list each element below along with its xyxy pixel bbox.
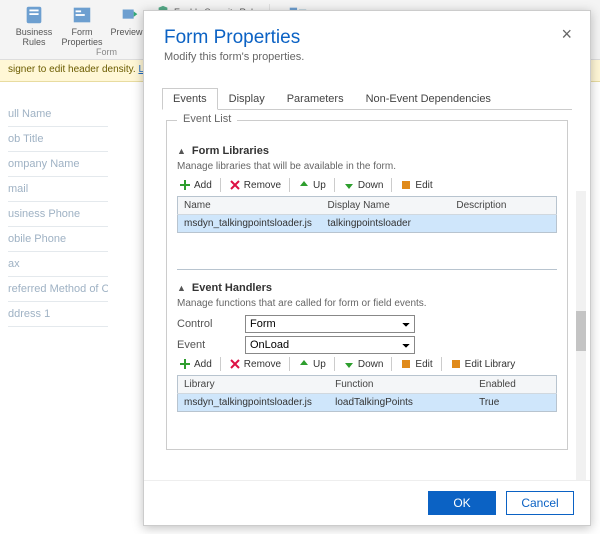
field-row[interactable]: ob Title: [8, 127, 108, 152]
dialog-footer: OK Cancel: [144, 480, 590, 525]
field-row[interactable]: ompany Name: [8, 152, 108, 177]
preview-icon: [119, 4, 141, 26]
scrollbar[interactable]: [576, 191, 586, 480]
row-lib: msdyn_talkingpointsloader.js: [178, 394, 330, 412]
remove-button[interactable]: Remove: [227, 178, 283, 192]
control-row: Control Form: [177, 315, 557, 333]
form-libraries-desc: Manage libraries that will be available …: [177, 161, 557, 172]
form-properties-button[interactable]: Form Properties: [60, 4, 104, 48]
dialog-body: EventsDisplayParametersNon-Event Depende…: [144, 71, 590, 480]
form-libraries-title: Form Libraries: [192, 145, 269, 157]
col-enabled[interactable]: Enabled: [473, 376, 556, 394]
dialog-title: Form Properties: [164, 27, 570, 49]
down-button[interactable]: Down: [341, 357, 386, 371]
event-handlers-title: Event Handlers: [192, 282, 272, 294]
info-text: signer to edit header density.: [8, 64, 138, 75]
handlers-toolbar: Add Remove Up Down Edit Edit Library: [177, 357, 557, 371]
tab-display[interactable]: Display: [218, 88, 276, 110]
edit-library-button[interactable]: Edit Library: [448, 357, 518, 371]
tab-non-event-dependencies[interactable]: Non-Event Dependencies: [355, 88, 502, 110]
business-rules-button[interactable]: Business Rules: [12, 4, 56, 48]
form-properties-icon: [71, 4, 93, 26]
add-button[interactable]: Add: [177, 178, 214, 192]
col-desc[interactable]: Description: [450, 197, 556, 215]
row-display: talkingpointsloader: [322, 215, 451, 233]
up-button[interactable]: Up: [296, 357, 328, 371]
event-handlers-desc: Manage functions that are called for for…: [177, 298, 557, 309]
edit-button[interactable]: Edit: [398, 357, 434, 371]
handlers-grid[interactable]: Library Function Enabled msdyn_talkingpo…: [177, 375, 557, 421]
edit-button[interactable]: Edit: [398, 178, 434, 192]
event-row: Event OnLoad: [177, 336, 557, 354]
libraries-toolbar: Add Remove Up Down Edit: [177, 178, 557, 192]
tab-parameters[interactable]: Parameters: [276, 88, 355, 110]
business-rules-label: Business Rules: [12, 28, 56, 48]
tab-events[interactable]: Events: [162, 88, 218, 110]
row-fn: loadTalkingPoints: [329, 394, 473, 412]
ribbon-group-label: Form: [96, 47, 117, 57]
field-row[interactable]: referred Method of Contact: [8, 277, 108, 302]
up-button[interactable]: Up: [296, 178, 328, 192]
ok-button[interactable]: OK: [428, 491, 496, 515]
field-row[interactable]: ull Name: [8, 102, 108, 127]
event-list-legend: Event List: [177, 113, 237, 125]
table-row[interactable]: msdyn_talkingpointsloader.js loadTalking…: [178, 394, 557, 412]
libraries-grid[interactable]: Name Display Name Description msdyn_talk…: [177, 196, 557, 270]
add-button[interactable]: Add: [177, 357, 214, 371]
field-row[interactable]: ddress 1: [8, 302, 108, 327]
col-display[interactable]: Display Name: [322, 197, 451, 215]
collapse-icon: ▲: [177, 283, 186, 293]
row-enabled: True: [473, 394, 556, 412]
event-select[interactable]: OnLoad: [245, 336, 415, 354]
control-label: Control: [177, 318, 237, 330]
event-handlers-head[interactable]: ▲ Event Handlers: [177, 282, 557, 294]
row-name: msdyn_talkingpointsloader.js: [178, 215, 322, 233]
tabs: EventsDisplayParametersNon-Event Depende…: [162, 87, 572, 110]
field-row[interactable]: obile Phone: [8, 227, 108, 252]
col-fn[interactable]: Function: [329, 376, 473, 394]
business-rules-icon: [23, 4, 45, 26]
close-icon[interactable]: ×: [555, 23, 578, 45]
col-lib[interactable]: Library: [178, 376, 330, 394]
field-row[interactable]: usiness Phone: [8, 202, 108, 227]
collapse-icon: ▲: [177, 146, 186, 156]
dialog-header: Form Properties Modify this form's prope…: [144, 11, 590, 71]
event-label: Event: [177, 339, 237, 351]
row-desc: [450, 215, 556, 233]
remove-button[interactable]: Remove: [227, 357, 283, 371]
table-row[interactable]: msdyn_talkingpointsloader.js talkingpoin…: [178, 215, 557, 233]
control-select[interactable]: Form: [245, 315, 415, 333]
form-properties-dialog: Form Properties Modify this form's prope…: [143, 10, 591, 526]
form-libraries-head[interactable]: ▲ Form Libraries: [177, 145, 557, 157]
down-button[interactable]: Down: [341, 178, 386, 192]
cancel-button[interactable]: Cancel: [506, 491, 574, 515]
field-row[interactable]: ax: [8, 252, 108, 277]
scrollbar-thumb[interactable]: [576, 311, 586, 351]
dialog-subtitle: Modify this form's properties.: [164, 51, 570, 63]
col-name[interactable]: Name: [178, 197, 322, 215]
field-row[interactable]: mail: [8, 177, 108, 202]
event-list-fieldset: Event List ▲ Form Libraries Manage libra…: [166, 120, 568, 450]
form-properties-label: Form Properties: [60, 28, 104, 48]
